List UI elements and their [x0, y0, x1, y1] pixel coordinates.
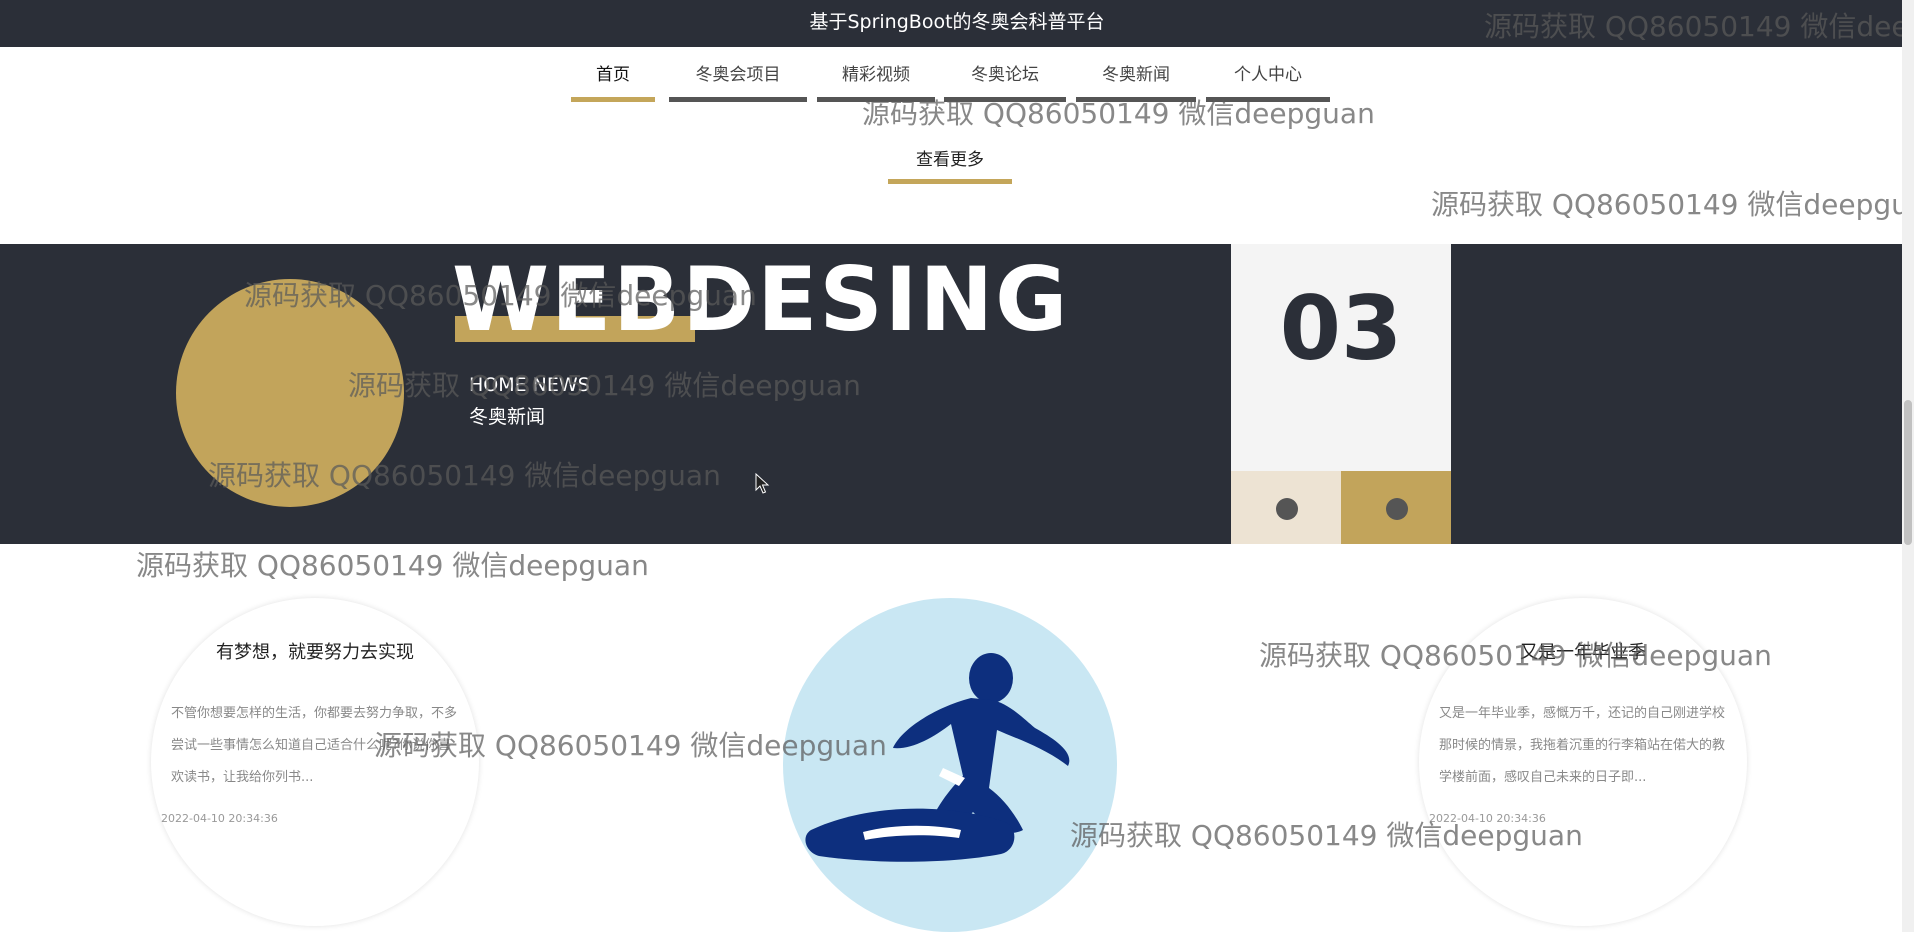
card-summary: 不管你想要怎样的生活，你都要去努力争取，不多尝试一些事情怎么知道自己适合什么呢?… — [171, 706, 458, 785]
nav-item-forum[interactable]: 冬奥论坛 — [944, 56, 1066, 102]
view-more-link[interactable]: 查看更多 — [888, 144, 1012, 184]
nav-item-label: 首页 — [596, 65, 630, 85]
nav-item-home[interactable]: 首页 — [571, 56, 655, 102]
banner-big-title: WEBDESING — [452, 248, 1070, 351]
nav-item-news[interactable]: 冬奥新闻 — [1076, 56, 1196, 102]
news-card-1[interactable]: 有梦想，就要努力去实现 不管你想要怎样的生活，你都要去努力争取，不多尝试一些事情… — [151, 598, 479, 926]
banner-subtitle-en: HOME NEWS — [469, 374, 590, 396]
news-banner: WEBDESING HOME NEWS 冬奥新闻 03 — [0, 244, 1902, 544]
watermark: 源码获取 QQ86050149 微信deepguan — [1431, 188, 1914, 221]
card-date: 2022-04-10 20:34:36 — [1429, 812, 1546, 825]
nav-item-label: 个人中心 — [1234, 65, 1302, 85]
card-summary: 又是一年毕业季，感慨万千，还记的自己刚进学校那时候的情景，我拖着沉重的行李箱站在… — [1439, 706, 1726, 785]
slide-counter: 03 — [1231, 244, 1451, 471]
dot-icon — [1386, 498, 1408, 520]
nav-item-videos[interactable]: 精彩视频 — [817, 56, 935, 102]
decorative-circle — [176, 279, 404, 507]
slide-prev-button[interactable] — [1231, 471, 1341, 544]
card-title: 又是一年毕业季 — [1520, 642, 1646, 663]
nav-item-profile[interactable]: 个人中心 — [1206, 56, 1330, 102]
watermark: 源码获取 QQ86050149 微信deepguan — [136, 549, 649, 582]
slide-counter-number: 03 — [1279, 277, 1403, 380]
page-scrollbar[interactable] — [1902, 0, 1914, 932]
dot-icon — [1276, 498, 1298, 520]
scrollbar-thumb[interactable] — [1904, 400, 1912, 545]
featured-image[interactable] — [783, 598, 1117, 932]
main-nav: 首页 冬奥会项目 精彩视频 冬奥论坛 冬奥新闻 个人中心 — [0, 56, 1914, 106]
nav-item-projects[interactable]: 冬奥会项目 — [669, 56, 807, 102]
banner-subtitle-cn: 冬奥新闻 — [469, 406, 546, 428]
news-card-2[interactable]: 又是一年毕业季 又是一年毕业季，感慨万千，还记的自己刚进学校那时候的情景，我拖着… — [1419, 598, 1747, 926]
slide-next-button[interactable] — [1341, 471, 1451, 544]
view-more-label: 查看更多 — [916, 150, 984, 170]
top-header: 基于SpringBoot的冬奥会科普平台 — [0, 0, 1914, 47]
nav-item-label: 冬奥论坛 — [971, 65, 1039, 85]
nav-item-label: 精彩视频 — [842, 65, 910, 85]
card-date: 2022-04-10 20:34:36 — [161, 812, 278, 825]
nav-item-label: 冬奥会项目 — [695, 65, 781, 85]
mouse-pointer-icon — [755, 473, 770, 494]
site-title: 基于SpringBoot的冬奥会科普平台 — [809, 11, 1105, 33]
snowboarder-icon — [805, 653, 1070, 862]
card-title: 有梦想，就要努力去实现 — [216, 642, 414, 663]
nav-item-label: 冬奥新闻 — [1102, 65, 1170, 85]
